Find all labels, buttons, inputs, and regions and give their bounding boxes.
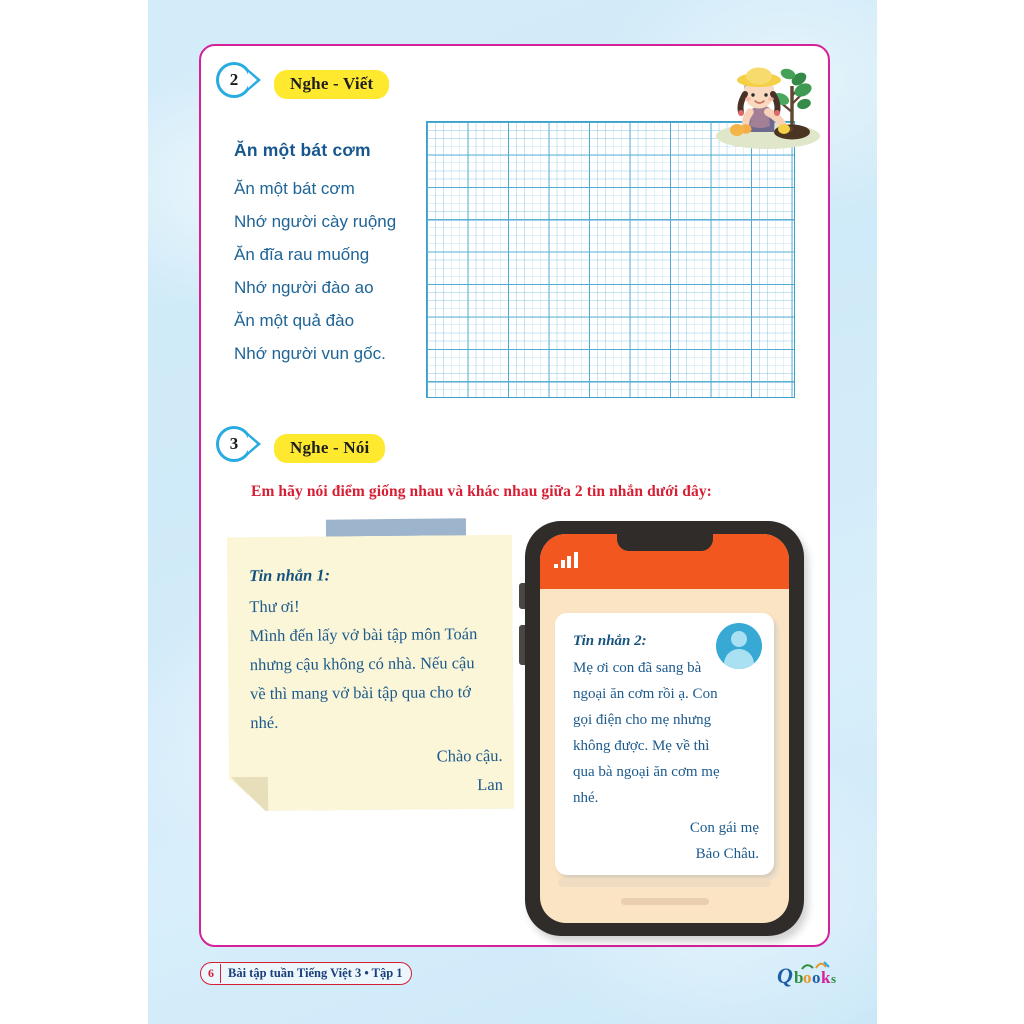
badge-pointer-icon bbox=[248, 433, 261, 455]
message-line: qua bà ngoại ăn cơm mẹ bbox=[573, 764, 720, 780]
qbooks-logo: Q b o o k s bbox=[776, 958, 848, 992]
poem-line: Nhớ người đào ao bbox=[234, 278, 374, 297]
note-line: Thư ơi! bbox=[249, 596, 300, 617]
note-signoff: Chào cậu. bbox=[436, 745, 503, 766]
writing-grid[interactable] bbox=[426, 121, 795, 398]
footer-title: Bài tập tuần Tiếng Việt 3 • Tập 1 bbox=[228, 966, 403, 980]
svg-text:k: k bbox=[821, 968, 831, 987]
poem-line: Nhớ người cày ruộng bbox=[234, 212, 397, 231]
note-line: về thì mang vở bài tập qua cho tớ bbox=[250, 682, 472, 704]
message-sender: Bảo Châu. bbox=[695, 846, 759, 862]
girl-planting-tree-icon bbox=[700, 52, 826, 152]
message-line: không được. Mẹ về thì bbox=[573, 738, 710, 754]
message-card[interactable]: Tin nhắn 2: Mẹ ơi con đã sang bà ngoại ă… bbox=[555, 613, 774, 875]
note-line: nhé. bbox=[250, 712, 279, 733]
poem-block: Ăn một bát cơm Ăn một bát cơm Nhớ người … bbox=[234, 140, 434, 370]
message-line: nhé. bbox=[573, 790, 599, 806]
badge-pointer-icon bbox=[248, 69, 261, 91]
note-line: nhưng cậu không có nhà. Nếu cậu bbox=[249, 653, 475, 675]
message-line: ngoại ăn cơm rồi ạ. Con bbox=[573, 686, 718, 702]
poem-line: Nhớ người vun gốc. bbox=[234, 344, 386, 363]
poem-line: Ăn một bát cơm bbox=[234, 179, 355, 198]
note-content: Tin nhắn 1: Thư ơi! Mình đến lấy vở bài … bbox=[249, 564, 503, 801]
note-line: Mình đến lấy vở bài tập môn Toán bbox=[249, 624, 478, 646]
message-line: Mẹ ơi con đã sang bà bbox=[573, 660, 702, 676]
phone-screen[interactable]: Tin nhắn 2: Mẹ ơi con đã sang bà ngoại ă… bbox=[540, 534, 789, 923]
exercise-3-label: Nghe - Nói bbox=[274, 434, 386, 463]
page-number: 6 bbox=[205, 964, 221, 983]
poem-line: Ăn một quả đào bbox=[234, 311, 355, 330]
sticky-note: Tin nhắn 1: Thư ơi! Mình đến lấy vở bài … bbox=[222, 518, 522, 819]
exercise-3-badge: 3 bbox=[216, 426, 261, 462]
home-indicator[interactable] bbox=[620, 898, 709, 905]
exercise-3-instruction: Em hãy nói điểm giống nhau và khác nhau … bbox=[251, 483, 712, 500]
note-sender: Lan bbox=[477, 774, 503, 795]
message-label: Tin nhắn 2: bbox=[573, 633, 647, 649]
message-line: gọi điện cho mẹ nhưng bbox=[573, 712, 712, 728]
message-content: Tin nhắn 2: Mẹ ơi con đã sang bà ngoại ă… bbox=[573, 633, 759, 867]
signal-bars-icon bbox=[554, 552, 578, 568]
message-signoff: Con gái mẹ bbox=[689, 820, 759, 836]
exercise-2-number: 2 bbox=[216, 62, 252, 98]
note-label: Tin nhắn 1: bbox=[248, 565, 331, 586]
svg-text:Q: Q bbox=[777, 963, 793, 988]
exercise-2-badge: 2 bbox=[216, 62, 261, 98]
phone-device: Tin nhắn 2: Mẹ ơi con đã sang bà ngoại ă… bbox=[519, 521, 804, 936]
poem-title: Ăn một bát cơm bbox=[234, 140, 371, 160]
svg-text:o: o bbox=[812, 968, 821, 987]
svg-text:s: s bbox=[831, 971, 836, 986]
exercise-2-label: Nghe - Viết bbox=[274, 70, 390, 99]
footer-badge: 6 Bài tập tuần Tiếng Việt 3 • Tập 1 bbox=[200, 962, 412, 985]
exercise-3-number: 3 bbox=[216, 426, 252, 462]
screen-lip bbox=[558, 878, 771, 887]
poem-line: Ăn đĩa rau muống bbox=[234, 245, 370, 264]
phone-notch bbox=[616, 534, 713, 551]
svg-text:o: o bbox=[803, 968, 812, 987]
